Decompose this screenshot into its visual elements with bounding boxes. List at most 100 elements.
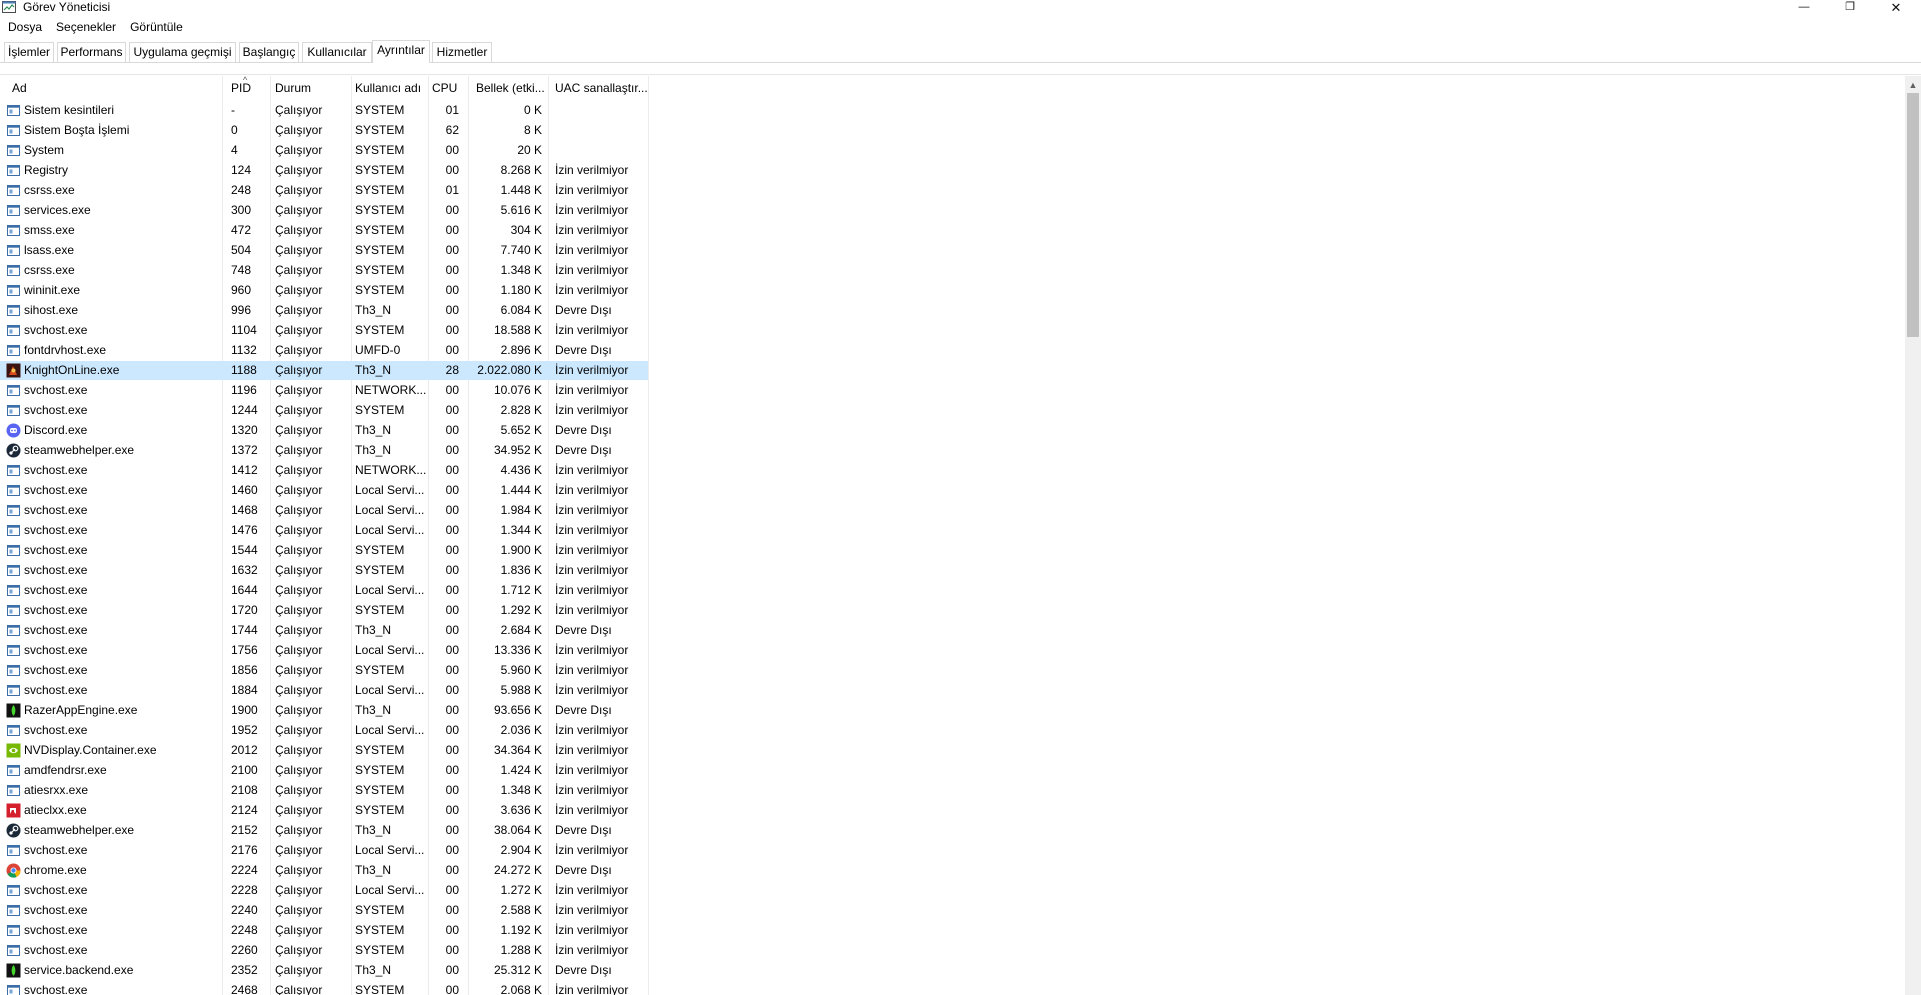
process-name: services.exe xyxy=(24,203,91,217)
task-manager-icon xyxy=(2,1,16,13)
process-status: Çalışıyor xyxy=(275,923,323,937)
table-row[interactable]: atiesrxx.exe 2108 Çalışıyor SYSTEM 00 1.348 K… xyxy=(0,781,648,800)
process-memory: 5.960 K xyxy=(500,663,542,677)
table-row[interactable]: svchost.exe 1468 Çalışıyor Local Servi... 00… xyxy=(0,501,648,520)
table-row[interactable]: svchost.exe 2176 Çalışıyor Local Servi... 00… xyxy=(0,841,648,860)
process-name: amdfendrsr.exe xyxy=(24,763,107,777)
column-header-status[interactable]: Durum xyxy=(271,76,351,100)
process-icon xyxy=(6,663,21,678)
tab-services[interactable]: Hizmetler xyxy=(432,42,492,62)
process-status: Çalışıyor xyxy=(275,623,323,637)
table-row[interactable]: System 4 Çalışıyor SYSTEM 00 20 K xyxy=(0,141,648,160)
column-header-user[interactable]: Kullanıcı adı xyxy=(351,76,428,100)
minimize-button[interactable]: — xyxy=(1781,0,1827,15)
column-header-pid[interactable]: PID xyxy=(227,76,271,100)
menu-file[interactable]: Dosya xyxy=(0,19,48,36)
table-row[interactable]: svchost.exe 1476 Çalışıyor Local Servi... 00… xyxy=(0,521,648,540)
process-pid: 1320 xyxy=(231,423,258,437)
tab-startup[interactable]: Başlangıç xyxy=(239,42,299,62)
table-row[interactable]: svchost.exe 2248 Çalışıyor SYSTEM 00 1.192 K İ… xyxy=(0,921,648,940)
tab-processes[interactable]: İşlemler xyxy=(4,42,54,62)
table-row[interactable]: svchost.exe 1632 Çalışıyor SYSTEM 00 1.836 K İ… xyxy=(0,561,648,580)
process-memory: 18.588 K xyxy=(493,323,542,337)
table-row[interactable]: svchost.exe 2240 Çalışıyor SYSTEM 00 2.588 K İ… xyxy=(0,901,648,920)
table-row[interactable]: svchost.exe 1196 Çalışıyor NETWORK... 00 10.0… xyxy=(0,381,648,400)
close-button[interactable]: ✕ xyxy=(1873,0,1919,15)
table-row[interactable]: svchost.exe 1644 Çalışıyor Local Servi... 00… xyxy=(0,581,648,600)
table-row[interactable]: svchost.exe 1544 Çalışıyor SYSTEM 00 1.900 K İ… xyxy=(0,541,648,560)
process-name: svchost.exe xyxy=(24,643,88,657)
process-user: SYSTEM xyxy=(355,783,405,797)
tab-app-history[interactable]: Uygulama geçmişi xyxy=(129,42,236,62)
process-cpu: 00 xyxy=(445,783,459,797)
table-row[interactable]: svchost.exe 2260 Çalışıyor SYSTEM 00 1.288 K İ… xyxy=(0,941,648,960)
table-row[interactable]: KnightOnLine.exe 1188 Çalışıyor Th3_N 28 2.02… xyxy=(0,361,648,380)
table-row[interactable]: service.backend.exe 2352 Çalışıyor Th3_N 00 2… xyxy=(0,961,648,980)
table-row[interactable]: chrome.exe 2224 Çalışıyor Th3_N 00 24.272 K De… xyxy=(0,861,648,880)
table-row[interactable]: Sistem Boşta İşlemi 0 Çalışıyor SYSTEM 62 8 K xyxy=(0,121,648,140)
process-status: Çalışıyor xyxy=(275,243,323,257)
table-row[interactable]: svchost.exe 1952 Çalışıyor Local Servi... 00… xyxy=(0,721,648,740)
tab-performance[interactable]: Performans xyxy=(57,42,126,62)
table-row[interactable]: steamwebhelper.exe 2152 Çalışıyor Th3_N 00 38… xyxy=(0,821,648,840)
table-row[interactable]: svchost.exe 1244 Çalışıyor SYSTEM 00 2.828 K İ… xyxy=(0,401,648,420)
scroll-thumb[interactable] xyxy=(1907,93,1919,337)
process-icon xyxy=(6,303,21,318)
table-row[interactable]: svchost.exe 1412 Çalışıyor NETWORK... 00 4.43… xyxy=(0,461,648,480)
scroll-up-button[interactable]: ▲ xyxy=(1905,76,1921,93)
process-memory: 34.952 K xyxy=(493,443,542,457)
table-row[interactable]: csrss.exe 248 Çalışıyor SYSTEM 01 1.448 K İzin… xyxy=(0,181,648,200)
process-memory: 5.652 K xyxy=(500,423,542,437)
process-user: SYSTEM xyxy=(355,203,405,217)
table-row[interactable]: Discord.exe 1320 Çalışıyor Th3_N 00 5.652 K De… xyxy=(0,421,648,440)
column-header-memory[interactable]: Bellek (etki... xyxy=(472,76,548,100)
process-icon xyxy=(6,723,21,738)
table-row[interactable]: svchost.exe 1856 Çalışıyor SYSTEM 00 5.960 K İ… xyxy=(0,661,648,680)
process-name: svchost.exe xyxy=(24,903,88,917)
table-row[interactable]: lsass.exe 504 Çalışıyor SYSTEM 00 7.740 K İzin… xyxy=(0,241,648,260)
restore-button[interactable]: ❐ xyxy=(1827,0,1873,15)
menu-options[interactable]: Seçenekler xyxy=(48,19,122,36)
process-icon xyxy=(6,123,21,138)
tab-users[interactable]: Kullanıcılar xyxy=(302,42,372,62)
process-icon xyxy=(6,243,21,258)
process-name: svchost.exe xyxy=(24,523,88,537)
table-row[interactable]: Sistem kesintileri - Çalışıyor SYSTEM 01 0 K xyxy=(0,101,648,120)
table-row[interactable]: atieclxx.exe 2124 Çalışıyor SYSTEM 00 3.636 K… xyxy=(0,801,648,820)
table-row[interactable]: svchost.exe 1460 Çalışıyor Local Servi... 00… xyxy=(0,481,648,500)
tab-details[interactable]: Ayrıntılar xyxy=(372,40,430,63)
table-row[interactable]: svchost.exe 1104 Çalışıyor SYSTEM 00 18.588 K… xyxy=(0,321,648,340)
table-row[interactable]: NVDisplay.Container.exe 2012 Çalışıyor SYST… xyxy=(0,741,648,760)
table-row[interactable]: wininit.exe 960 Çalışıyor SYSTEM 00 1.180 K İz… xyxy=(0,281,648,300)
table-row[interactable]: amdfendrsr.exe 2100 Çalışıyor SYSTEM 00 1.424… xyxy=(0,761,648,780)
table-row[interactable]: fontdrvhost.exe 1132 Çalışıyor UMFD-0 00 2.89… xyxy=(0,341,648,360)
table-row[interactable]: svchost.exe 1744 Çalışıyor Th3_N 00 2.684 K De… xyxy=(0,621,648,640)
table-row[interactable]: steamwebhelper.exe 1372 Çalışıyor Th3_N 00 34… xyxy=(0,441,648,460)
column-header-name[interactable]: Ad xyxy=(8,76,222,100)
table-row[interactable]: services.exe 300 Çalışıyor SYSTEM 00 5.616 K İ… xyxy=(0,201,648,220)
column-divider[interactable] xyxy=(648,76,649,995)
process-pid: 1644 xyxy=(231,583,258,597)
table-row[interactable]: RazerAppEngine.exe 1900 Çalışıyor Th3_N 00 93… xyxy=(0,701,648,720)
process-pid: 1720 xyxy=(231,603,258,617)
table-row[interactable]: svchost.exe 1884 Çalışıyor Local Servi... 00… xyxy=(0,681,648,700)
process-name: smss.exe xyxy=(24,223,75,237)
table-row[interactable]: sihost.exe 996 Çalışıyor Th3_N 00 6.084 K Devr… xyxy=(0,301,648,320)
vertical-scrollbar[interactable]: ▲ xyxy=(1905,76,1921,995)
table-row[interactable]: svchost.exe 1756 Çalışıyor Local Servi... 00… xyxy=(0,641,648,660)
table-row[interactable]: csrss.exe 748 Çalışıyor SYSTEM 00 1.348 K İzin… xyxy=(0,261,648,280)
process-pid: 2224 xyxy=(231,863,258,877)
table-row[interactable]: svchost.exe 2228 Çalışıyor Local Servi... 00… xyxy=(0,881,648,900)
table-row[interactable]: Registry 124 Çalışıyor SYSTEM 00 8.268 K İzin … xyxy=(0,161,648,180)
process-user: SYSTEM xyxy=(355,103,405,117)
column-header-cpu[interactable]: CPU xyxy=(428,76,466,100)
process-icon xyxy=(6,223,21,238)
process-name: steamwebhelper.exe xyxy=(24,823,135,837)
process-user: SYSTEM xyxy=(355,923,405,937)
column-header-uac[interactable]: UAC sanallaştır... xyxy=(551,76,648,100)
process-icon xyxy=(6,603,21,618)
table-row[interactable]: svchost.exe 2468 Çalışıyor SYSTEM 00 2.068 K İ… xyxy=(0,981,648,995)
menu-view[interactable]: Görüntüle xyxy=(122,19,189,36)
table-row[interactable]: svchost.exe 1720 Çalışıyor SYSTEM 00 1.292 K İ… xyxy=(0,601,648,620)
table-row[interactable]: smss.exe 472 Çalışıyor SYSTEM 00 304 K İzin ve… xyxy=(0,221,648,240)
